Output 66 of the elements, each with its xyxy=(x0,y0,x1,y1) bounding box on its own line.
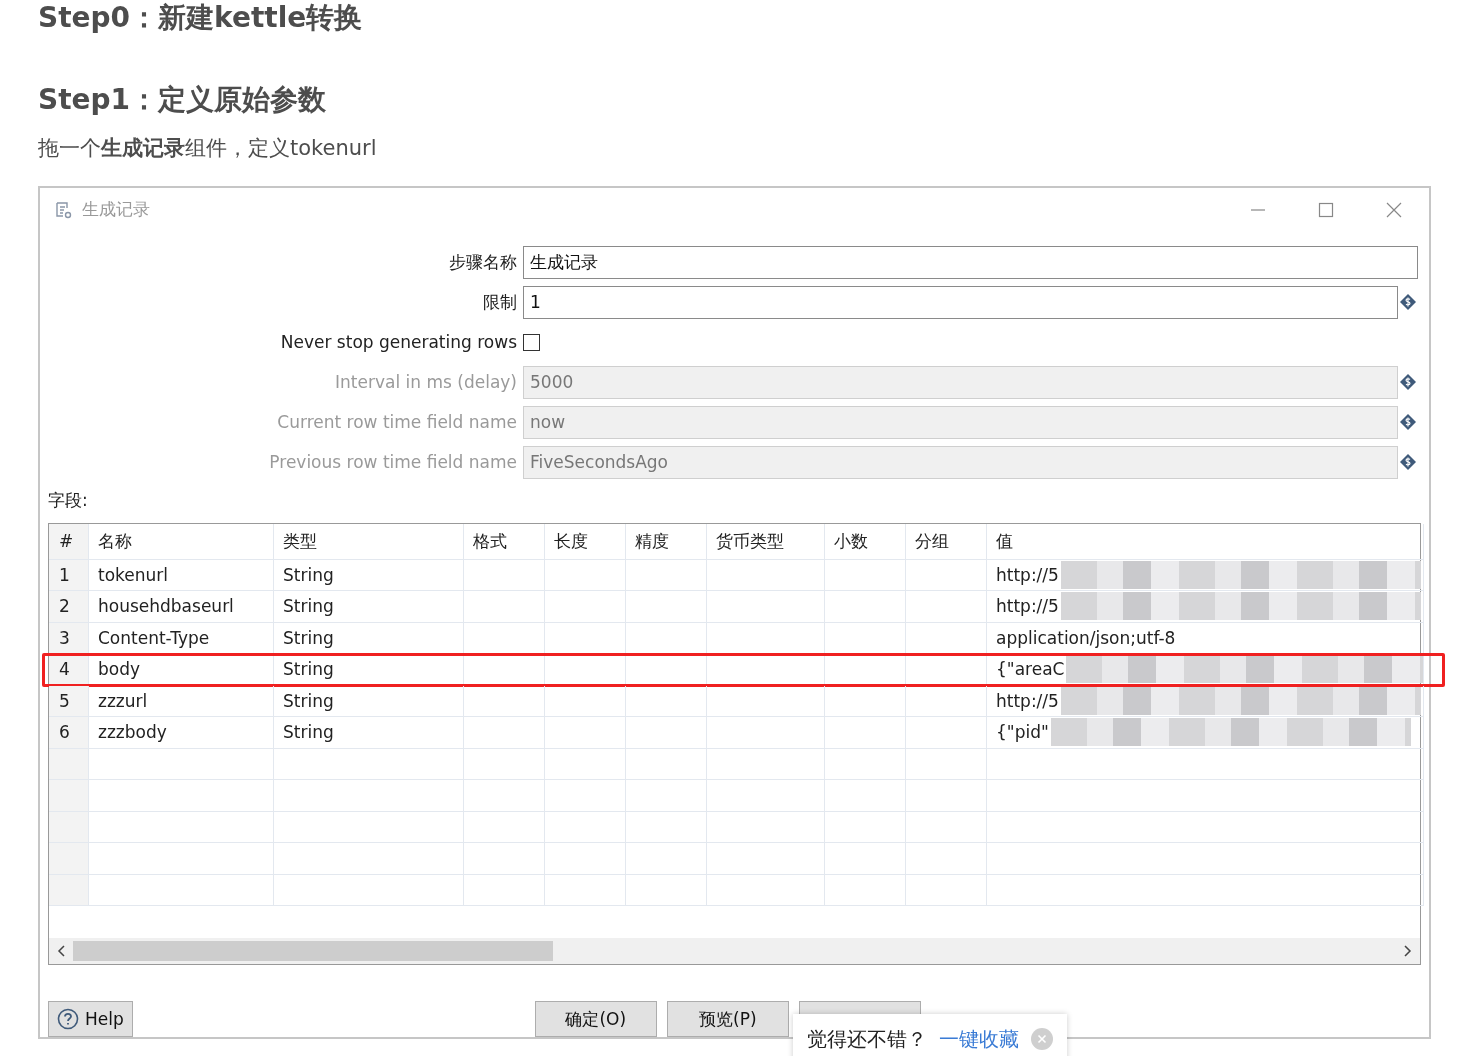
column-header[interactable]: 类型 xyxy=(274,523,464,560)
column-header[interactable]: 精度 xyxy=(626,523,707,560)
list-icon xyxy=(54,199,74,220)
column-header[interactable]: 格式 xyxy=(464,523,545,560)
table-cell: body xyxy=(89,654,274,686)
field-label: Current row time field name xyxy=(276,412,518,433)
table-cell: String xyxy=(274,591,464,623)
table-cell: househdbaseurl xyxy=(89,591,274,623)
row-number: 6 xyxy=(49,717,89,749)
horizontal-scrollbar[interactable] xyxy=(49,938,1420,964)
variable-icon[interactable] xyxy=(1399,293,1417,312)
table-cell: String xyxy=(274,685,464,718)
field-label: 步骤名称 xyxy=(448,250,518,274)
variable-icon[interactable] xyxy=(1399,453,1417,472)
help-button[interactable]: Help xyxy=(48,1001,133,1037)
section-heading: Step1：定义原始参数 xyxy=(38,82,328,118)
bookmark-link[interactable]: 一键收藏 xyxy=(939,1025,1019,1053)
column-header[interactable]: 货币类型 xyxy=(707,523,825,560)
column-header[interactable]: 分组 xyxy=(906,523,987,560)
toast-text: 觉得还不错？ xyxy=(807,1025,927,1053)
help-icon xyxy=(57,1008,79,1030)
table-cell: zzzurl xyxy=(89,685,274,718)
empty-cell xyxy=(49,780,89,812)
field-label: 限制 xyxy=(482,290,518,314)
column-header[interactable]: 小数 xyxy=(825,523,906,560)
empty-cell xyxy=(49,874,89,907)
maximize-icon[interactable] xyxy=(1317,200,1335,219)
field-label: Interval in ms (delay) xyxy=(334,372,518,393)
table-cell: String xyxy=(274,717,464,749)
table-cell: String xyxy=(274,654,464,686)
dialog-button[interactable]: 确定(O) xyxy=(534,1001,657,1037)
field-label: Never stop generating rows xyxy=(279,332,518,353)
table-cell: http://5 xyxy=(996,690,1059,711)
column-header[interactable]: 名称 xyxy=(89,523,274,560)
table-cell: Content-Type xyxy=(89,622,274,655)
close-icon[interactable] xyxy=(1385,200,1403,219)
text-field[interactable]: 1 xyxy=(523,285,1398,319)
column-header[interactable]: 值 xyxy=(987,523,1424,560)
section-heading: Step0：新建kettle转换 xyxy=(38,0,364,36)
table-cell: zzzbody xyxy=(89,717,274,749)
row-number: 2 xyxy=(49,591,89,623)
table-cell: {"pid" xyxy=(996,722,1049,743)
checkbox[interactable] xyxy=(523,333,540,351)
table-cell: tokenurl xyxy=(89,559,274,592)
table-cell: application/json;utf-8 xyxy=(987,622,1424,655)
dialog-button[interactable]: 预览(P) xyxy=(666,1001,789,1037)
row-number: 3 xyxy=(49,622,89,655)
text-field[interactable]: 生成记录 xyxy=(523,245,1418,279)
window-title: 生成记录 xyxy=(82,198,150,222)
empty-cell xyxy=(49,748,89,781)
column-header[interactable]: 长度 xyxy=(545,523,626,560)
table-cell: http://5 xyxy=(996,596,1059,617)
paragraph: 拖一个生成记录组件，定义tokenurl xyxy=(38,135,378,162)
row-number: 5 xyxy=(49,685,89,718)
table-cell: String xyxy=(274,622,464,655)
table-cell: http://5 xyxy=(996,564,1059,585)
section-label: 字段: xyxy=(47,488,89,512)
empty-cell xyxy=(49,843,89,875)
column-header[interactable]: # xyxy=(49,523,89,560)
table-cell: String xyxy=(274,559,464,592)
empty-cell xyxy=(49,811,89,844)
table-cell: {"areaC xyxy=(996,659,1065,680)
variable-icon[interactable] xyxy=(1399,373,1417,392)
row-number: 1 xyxy=(49,559,89,592)
field-label: Previous row time field name xyxy=(268,452,518,473)
variable-icon[interactable] xyxy=(1399,413,1417,432)
